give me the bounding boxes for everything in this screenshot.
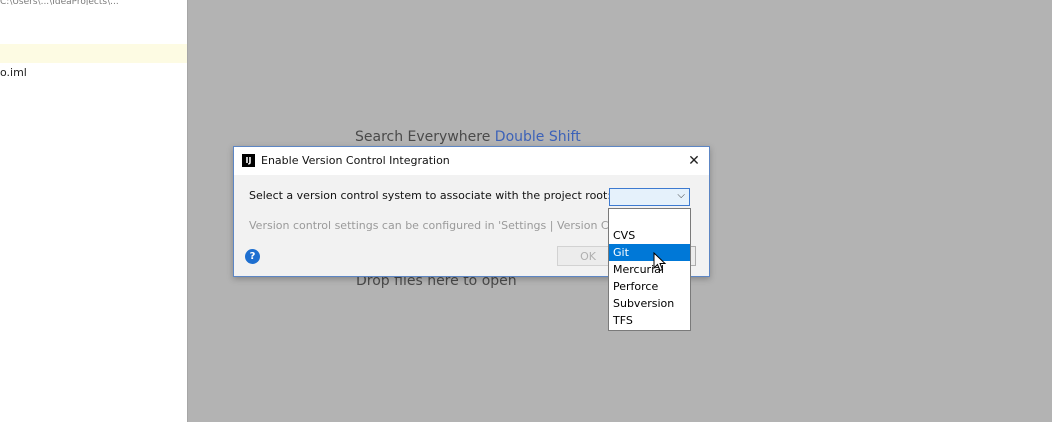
- search-everywhere-hint: Search Everywhere Double Shift: [355, 129, 581, 145]
- vcs-option-cvs[interactable]: CVS: [609, 227, 690, 244]
- project-panel: C:\Users\...\IdeaProjects\... o.iml: [0, 0, 188, 422]
- dialog-title: Enable Version Control Integration: [261, 154, 450, 167]
- chevron-down-icon: ⌵: [677, 190, 685, 201]
- vcs-option-mercurial[interactable]: Mercurial: [609, 261, 690, 278]
- dialog-titlebar[interactable]: IJ Enable Version Control Integration ✕: [234, 147, 709, 175]
- selected-tree-row[interactable]: [0, 44, 187, 63]
- search-shortcut: Double Shift: [494, 129, 581, 145]
- vcs-option-perforce[interactable]: Perforce: [609, 278, 690, 295]
- vcs-option-tfs[interactable]: TFS: [609, 312, 690, 329]
- help-icon[interactable]: ?: [245, 249, 260, 264]
- close-button[interactable]: ✕: [682, 150, 706, 172]
- vcs-select-label: Select a version control system to assoc…: [249, 189, 612, 202]
- search-hint-text: Search Everywhere: [355, 129, 491, 145]
- tree-item-iml-file[interactable]: o.iml: [0, 66, 27, 79]
- settings-note: Version control settings can be configur…: [249, 219, 609, 232]
- mouse-pointer-icon: [653, 252, 667, 272]
- vcs-option-git[interactable]: Git: [609, 244, 690, 261]
- vcs-option-subversion[interactable]: Subversion: [609, 295, 690, 312]
- intellij-app-icon: IJ: [242, 154, 255, 167]
- project-path: C:\Users\...\IdeaProjects\...: [0, 0, 119, 5]
- vcs-option-none[interactable]: [609, 210, 690, 227]
- vcs-select[interactable]: ⌵: [609, 188, 690, 206]
- vcs-dropdown-list: CVS Git Mercurial Perforce Subversion TF…: [608, 208, 691, 331]
